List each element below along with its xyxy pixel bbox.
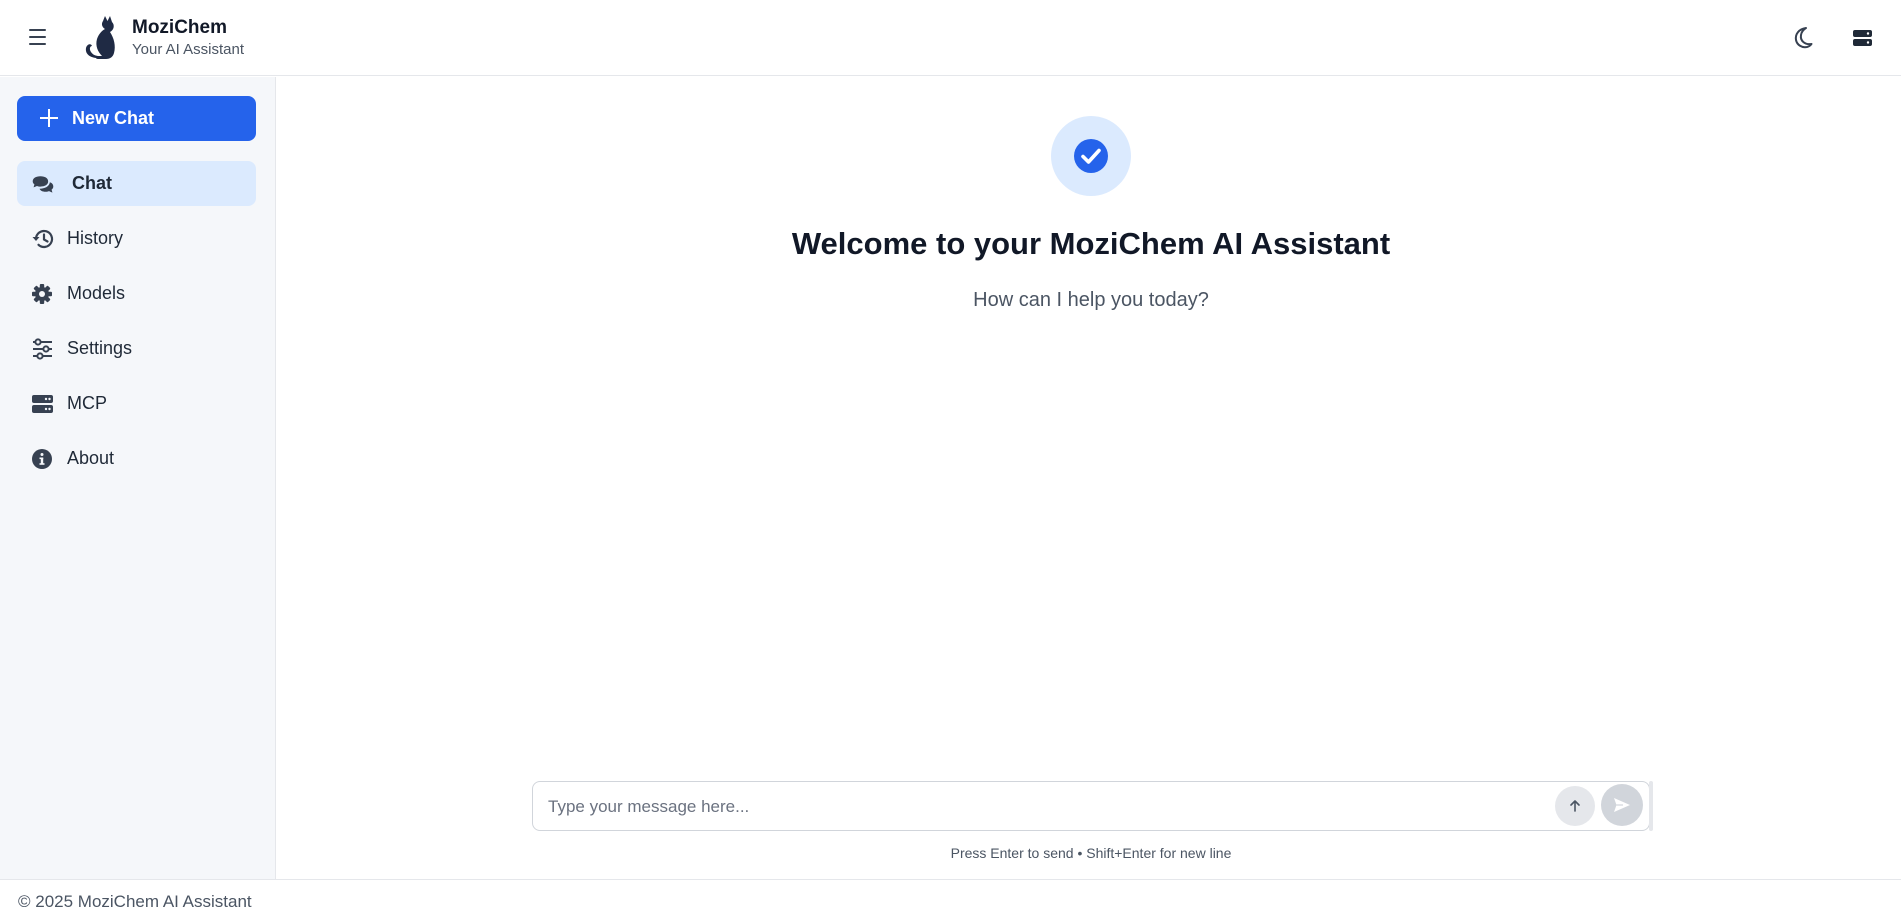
history-icon — [32, 229, 54, 249]
sidebar-item-mcp[interactable]: MCP — [17, 381, 256, 426]
copyright-text: © 2025 MoziChem AI Assistant — [18, 892, 252, 911]
check-circle-icon — [1074, 139, 1108, 173]
upload-button[interactable] — [1555, 786, 1595, 826]
sidebar-item-chat[interactable]: Chat — [17, 161, 256, 206]
message-input-container — [532, 781, 1650, 831]
brand-subtitle: Your AI Assistant — [132, 41, 245, 58]
sidebar-item-label: MCP — [67, 393, 107, 413]
sidebar-item-label: Settings — [67, 338, 133, 358]
arrow-up-icon — [1570, 800, 1580, 812]
scrollbar — [1649, 781, 1653, 831]
message-input[interactable] — [548, 794, 1508, 820]
sidebar-item-label: Chat — [72, 173, 112, 193]
plus-icon — [40, 109, 58, 127]
main-content: Welcome to your MoziChem AI Assistant Ho… — [277, 77, 1901, 879]
welcome-badge — [1051, 116, 1131, 196]
app-root: MoziChem Your AI Assistant New Chat Chat… — [0, 0, 1901, 920]
hamburger-menu-icon[interactable] — [26, 26, 52, 48]
server-icon[interactable] — [1850, 26, 1876, 50]
sidebar-item-label: Models — [67, 283, 126, 303]
sidebar-item-settings[interactable]: Settings — [17, 326, 256, 371]
info-icon — [32, 449, 52, 469]
sidebar-item-label: History — [67, 228, 124, 248]
moon-icon[interactable] — [1788, 24, 1816, 52]
server-icon — [32, 395, 53, 413]
comments-icon — [32, 176, 54, 193]
sliders-icon — [33, 338, 52, 360]
gear-icon — [32, 284, 52, 304]
sidebar-item-label: About — [67, 448, 115, 468]
welcome-subtitle: How can I help you today? — [973, 289, 1209, 311]
input-hint: Press Enter to send • Shift+Enter for ne… — [950, 845, 1232, 861]
cat-logo-icon — [82, 16, 122, 60]
new-chat-button[interactable]: New Chat — [17, 96, 256, 141]
send-button[interactable] — [1601, 784, 1643, 826]
footer: © 2025 MoziChem AI Assistant — [0, 879, 1901, 920]
sidebar: New Chat Chat History Models Settings MC… — [0, 77, 276, 879]
new-chat-label: New Chat — [72, 108, 155, 128]
sidebar-item-history[interactable]: History — [17, 216, 256, 261]
welcome-title: Welcome to your MoziChem AI Assistant — [791, 226, 1391, 261]
brand-name: MoziChem — [132, 17, 227, 38]
sidebar-item-models[interactable]: Models — [17, 271, 256, 316]
sidebar-item-about[interactable]: About — [17, 436, 256, 481]
top-header: MoziChem Your AI Assistant — [0, 0, 1901, 76]
send-icon — [1614, 798, 1630, 812]
